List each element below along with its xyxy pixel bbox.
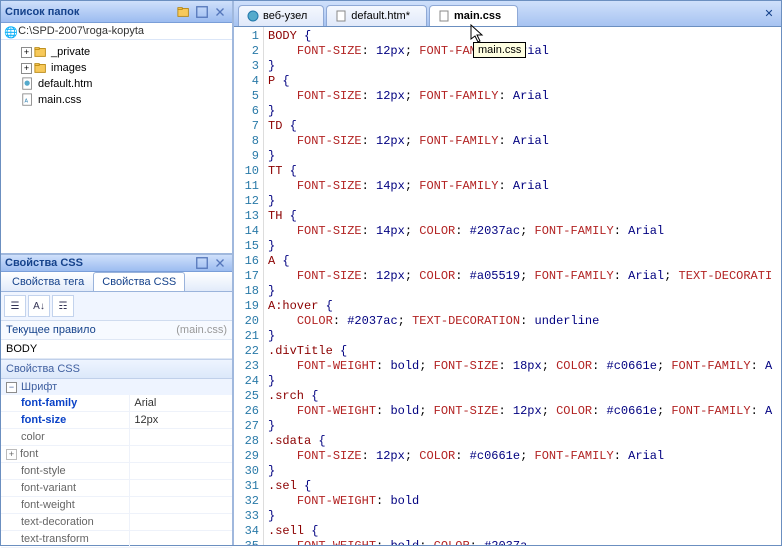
css-property-row[interactable]: +font xyxy=(1,446,232,463)
css-property-row[interactable]: font-size12px xyxy=(1,412,232,429)
css-property-row[interactable]: color xyxy=(1,429,232,446)
css-toolbar: ☰ A↓ ☶ xyxy=(1,292,232,321)
tree-item[interactable]: +images xyxy=(3,60,230,76)
category-view-button[interactable]: ☰ xyxy=(4,295,26,317)
css-panel-header: Свойства CSS xyxy=(1,255,232,272)
tab-tag-props[interactable]: Свойства тега xyxy=(3,272,93,291)
current-rule-label: Текущее правило xyxy=(6,324,96,336)
tree-item[interactable]: +_private xyxy=(3,44,230,60)
css-section-header: Свойства CSS xyxy=(1,359,232,379)
folder-panel-title: Список папок xyxy=(5,6,174,18)
css-property-row[interactable]: font-weight xyxy=(1,497,232,514)
css-property-row[interactable]: text-transform xyxy=(1,531,232,548)
doc-tab[interactable]: default.htm* xyxy=(326,5,427,26)
svg-text:A: A xyxy=(25,99,29,105)
current-rule-file: (main.css) xyxy=(176,324,227,336)
show-set-button[interactable]: ☶ xyxy=(52,295,74,317)
line-gutter: 1234567891011121314151617181920212223242… xyxy=(234,27,264,545)
code-editor[interactable]: 1234567891011121314151617181920212223242… xyxy=(234,27,781,545)
editor-tabs: веб-узелdefault.htm*main.css ✕ xyxy=(234,1,781,27)
close-panel-icon[interactable] xyxy=(212,255,228,271)
tree-item[interactable]: default.htm xyxy=(3,76,230,92)
window-icon[interactable] xyxy=(194,4,210,20)
css-property-row[interactable]: font-style xyxy=(1,463,232,480)
new-folder-icon[interactable] xyxy=(176,4,192,20)
doc-tab[interactable]: веб-узел xyxy=(238,5,324,26)
css-property-row[interactable]: text-decoration xyxy=(1,514,232,531)
code-area[interactable]: BODY { FONT-SIZE: 12px; FONT-FAMILY: Ari… xyxy=(264,27,781,545)
css-panel-title: Свойства CSS xyxy=(5,257,192,269)
tab-css-props[interactable]: Свойства CSS xyxy=(93,272,185,291)
doc-tab[interactable]: main.css xyxy=(429,5,518,26)
sort-button[interactable]: A↓ xyxy=(28,295,50,317)
selector-name[interactable]: BODY xyxy=(1,340,232,359)
tab-tooltip: main.css xyxy=(473,42,526,58)
window-icon[interactable] xyxy=(194,255,210,271)
group-font[interactable]: −Шрифт xyxy=(1,379,232,395)
close-panel-icon[interactable] xyxy=(212,4,228,20)
css-property-row[interactable]: font-variant xyxy=(1,480,232,497)
folder-address[interactable]: 🌐 C:\SPD-2007\roga-kopyta xyxy=(1,23,232,40)
folder-panel-header: Список папок xyxy=(1,1,232,23)
folder-tree: +_private+imagesdefault.htmAmain.css xyxy=(1,40,232,112)
close-editor-icon[interactable]: ✕ xyxy=(761,5,777,21)
css-property-row[interactable]: font-familyArial xyxy=(1,395,232,412)
tree-item[interactable]: Amain.css xyxy=(3,92,230,108)
